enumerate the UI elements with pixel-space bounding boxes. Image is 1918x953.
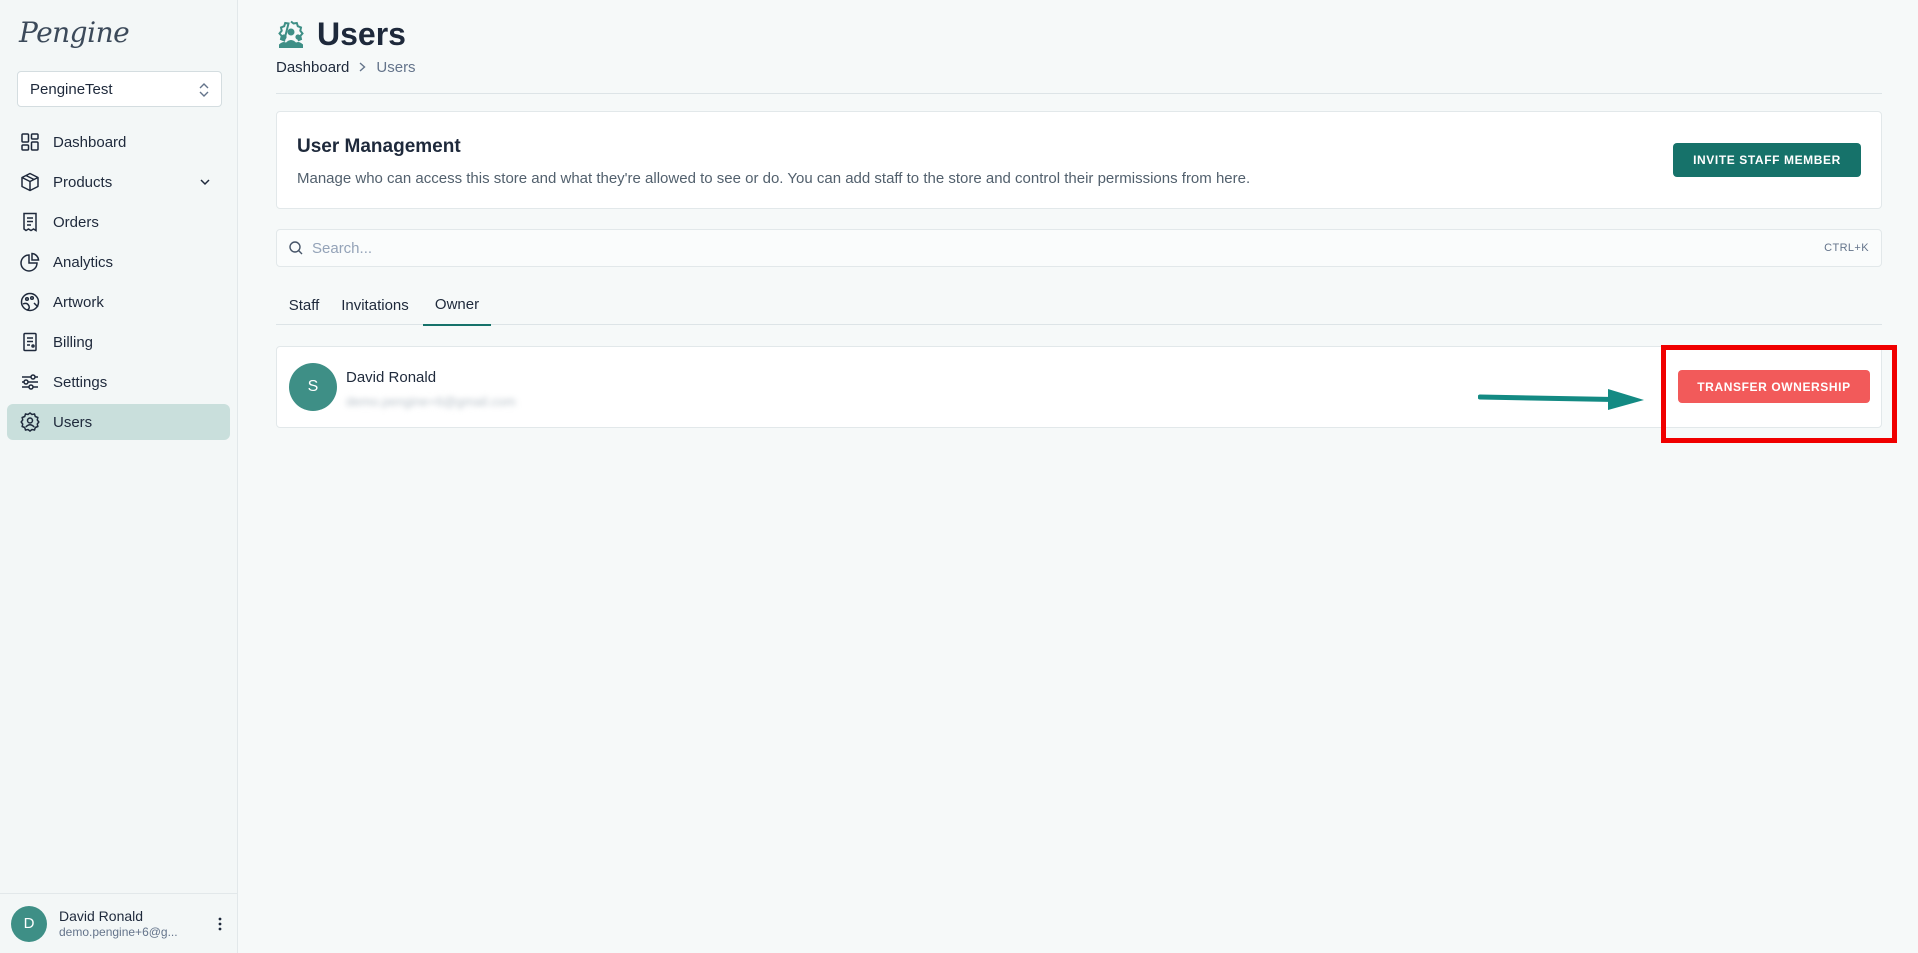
tab-staff[interactable]: Staff [276, 285, 332, 325]
search-input[interactable] [312, 239, 1712, 257]
sidebar-item-label: Orders [53, 213, 99, 231]
store-selector[interactable]: PengineTest [17, 71, 222, 107]
invoice-icon [19, 331, 41, 353]
sidebar-item-label: Artwork [53, 293, 104, 311]
sidebar-item-orders[interactable]: Orders [7, 204, 230, 240]
sidebar-nav: Dashboard Products Orders Analytics Artw… [7, 124, 230, 444]
page-header: Users [276, 16, 406, 53]
more-vertical-icon[interactable] [218, 916, 222, 932]
box-icon [19, 171, 41, 193]
sidebar-item-label: Users [53, 413, 93, 431]
sliders-icon [19, 371, 41, 393]
sidebar-user-profile[interactable]: D David Ronald demo.pengine+6@g... [0, 893, 238, 953]
sidebar-item-label: Settings [53, 373, 108, 391]
user-tabs: Staff Invitations Owner [276, 285, 1882, 326]
avatar: D [11, 905, 47, 942]
user-name: David Ronald [59, 907, 144, 924]
breadcrumb: Dashboard Users [276, 59, 416, 76]
tab-invitations[interactable]: Invitations [332, 285, 418, 325]
breadcrumb-dashboard-link[interactable]: Dashboard [276, 59, 349, 76]
chevron-right-icon [358, 60, 367, 76]
page-title: Users [317, 16, 406, 52]
search-shortcut-hint: CTRL+K [1824, 242, 1869, 254]
sidebar-item-users[interactable]: Users [7, 404, 230, 440]
receipt-icon [19, 211, 41, 233]
annotation-highlight-box [1661, 345, 1897, 443]
user-management-title: User Management [297, 136, 461, 157]
pengine-logo[interactable]: Pengine [19, 16, 130, 49]
search-icon [289, 241, 303, 255]
sidebar-item-label: Products [53, 173, 113, 191]
search-bar[interactable]: CTRL+K [276, 229, 1882, 267]
user-management-description: Manage who can access this store and wha… [297, 170, 1251, 187]
user-info: David Ronald demo.pengine+6@g... [59, 907, 178, 941]
sidebar-item-label: Analytics [53, 253, 114, 271]
user-management-card: User Management Manage who can access th… [276, 111, 1882, 209]
store-selector-value: PengineTest [30, 80, 113, 98]
owner-email: demo.pengine+6@gmail.com [346, 394, 516, 409]
palette-icon [19, 291, 41, 313]
grid-icon [19, 131, 41, 153]
sidebar-item-settings[interactable]: Settings [7, 364, 230, 400]
chevron-down-icon[interactable] [198, 175, 212, 189]
owner-avatar: S [289, 363, 337, 411]
owner-name: David Ronald [346, 369, 437, 386]
sidebar-item-dashboard[interactable]: Dashboard [7, 124, 230, 160]
sidebar-item-products[interactable]: Products [7, 164, 230, 200]
tab-owner[interactable]: Owner [423, 285, 491, 326]
sidebar-item-analytics[interactable]: Analytics [7, 244, 230, 280]
sidebar-item-billing[interactable]: Billing [7, 324, 230, 360]
breadcrumb-current: Users [376, 59, 416, 76]
user-email: demo.pengine+6@g... [59, 924, 178, 939]
users-gear-icon [278, 20, 304, 48]
main-content: Users Dashboard Users User Management Ma… [276, 0, 1882, 953]
header-divider [276, 93, 1882, 94]
invite-staff-member-button[interactable]: INVITE STAFF MEMBER [1673, 143, 1861, 177]
sidebar: Pengine PengineTest Dashboard Products O… [0, 0, 238, 953]
pie-chart-icon [19, 251, 41, 273]
sidebar-item-label: Dashboard [53, 133, 127, 151]
annotation-arrow-icon [1478, 389, 1644, 410]
users-gear-icon [19, 411, 41, 433]
sidebar-item-label: Billing [53, 333, 94, 351]
chevron-up-down-icon [199, 83, 209, 97]
sidebar-item-artwork[interactable]: Artwork [7, 284, 230, 320]
